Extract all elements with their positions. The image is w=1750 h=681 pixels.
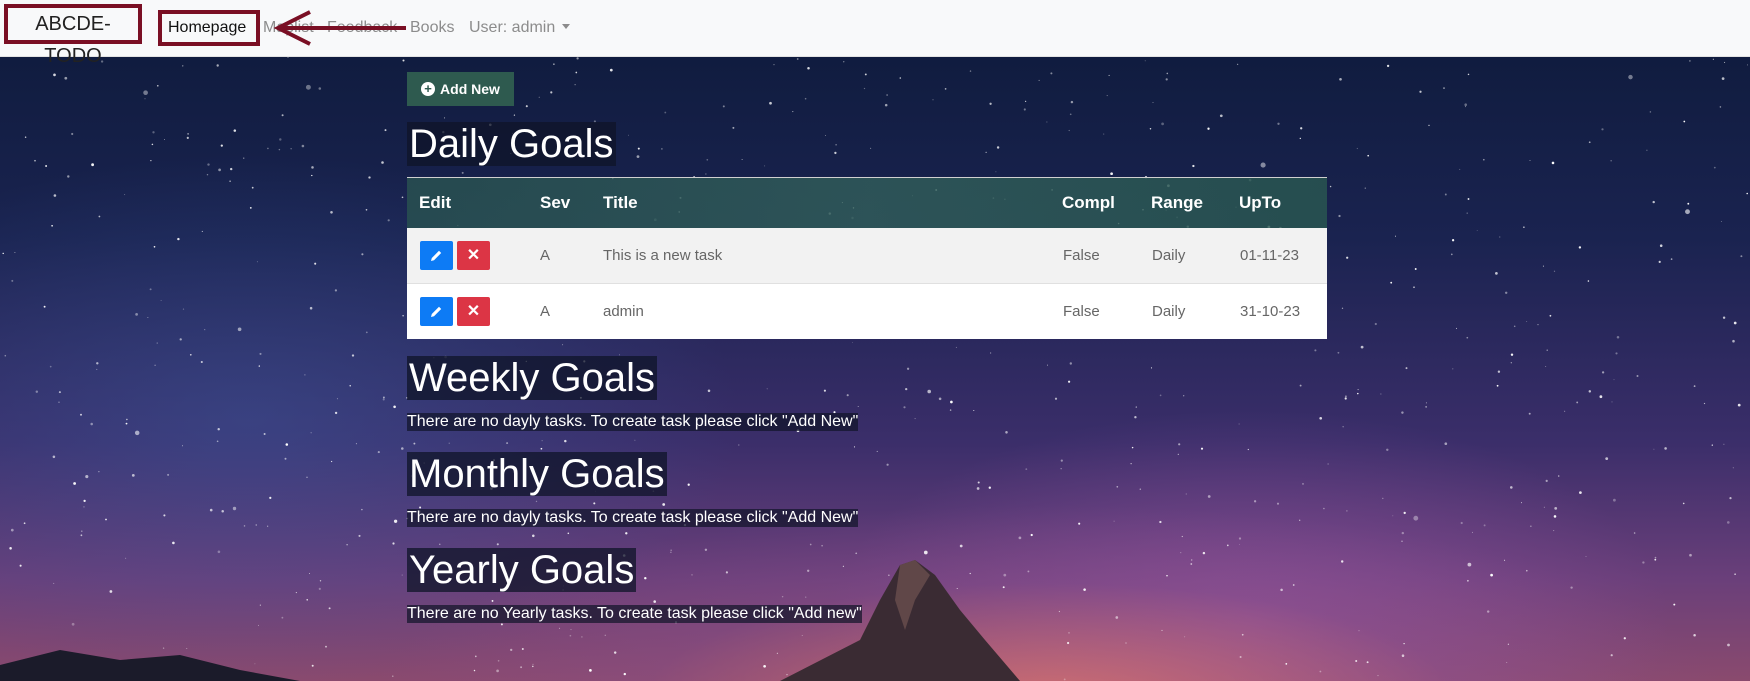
close-icon: ✕ (466, 303, 481, 320)
col-title: Title (603, 193, 638, 212)
nav-user-dropdown[interactable]: User: admin (469, 19, 571, 37)
annotation-arrow-icon (273, 10, 406, 46)
delete-button[interactable]: ✕ (457, 297, 490, 326)
weekly-goals-heading: Weekly Goals (407, 356, 658, 400)
weekly-empty-message: There are no dayly tasks. To create task… (407, 413, 859, 431)
cell-compl: False (1063, 303, 1100, 320)
col-edit: Edit (419, 193, 452, 212)
cell-sev: A (540, 247, 551, 264)
cell-upto: 31-10-23 (1240, 303, 1301, 320)
cell-title: This is a new task (603, 247, 723, 264)
pencil-icon (431, 250, 442, 261)
cell-upto: 01-11-23 (1240, 247, 1299, 264)
col-sev: Sev (540, 193, 571, 212)
table-header: Edit Sev Title Compl Range UpTo (407, 177, 1327, 228)
daily-goals-heading: Daily Goals (407, 122, 616, 166)
monthly-goals-heading: Monthly Goals (407, 452, 667, 496)
cell-range: Daily (1152, 247, 1186, 264)
col-upto: UpTo (1239, 193, 1282, 212)
cell-sev: A (540, 303, 551, 320)
monthly-empty-message: There are no dayly tasks. To create task… (407, 509, 859, 527)
top-navbar: ABCDE-TODO Homepage Maplist Feedback Boo… (0, 0, 1750, 67)
cell-range: Daily (1152, 303, 1186, 320)
nav-homepage[interactable]: Homepage (158, 10, 260, 46)
edit-button[interactable] (420, 241, 453, 270)
add-new-label: Add New (440, 81, 500, 97)
col-range: Range (1151, 193, 1203, 212)
close-icon: ✕ (466, 247, 481, 264)
plus-circle-icon: + (421, 82, 436, 96)
daily-goals-table: Edit Sev Title Compl Range UpTo ✕ A This… (407, 177, 1327, 339)
delete-button[interactable]: ✕ (457, 241, 490, 270)
pencil-icon (431, 306, 442, 317)
col-compl: Compl (1062, 193, 1115, 212)
brand-logo[interactable]: ABCDE-TODO (4, 4, 142, 67)
yearly-empty-message: There are no Yearly tasks. To create tas… (407, 605, 862, 623)
table-row: ✕ A This is a new task False Daily 01-11… (407, 228, 1327, 283)
nav-user-label: User: admin (469, 19, 556, 36)
table-row: ✕ A admin False Daily 31-10-23 (407, 283, 1327, 339)
nav-books[interactable]: Books (410, 19, 454, 37)
edit-button[interactable] (420, 297, 453, 326)
cell-title: admin (603, 303, 644, 320)
mountain-silhouette (0, 560, 1020, 681)
add-new-button[interactable]: + Add New (407, 72, 514, 106)
yearly-goals-heading: Yearly Goals (407, 548, 637, 592)
cell-compl: False (1063, 247, 1100, 264)
chevron-down-icon (562, 24, 571, 29)
